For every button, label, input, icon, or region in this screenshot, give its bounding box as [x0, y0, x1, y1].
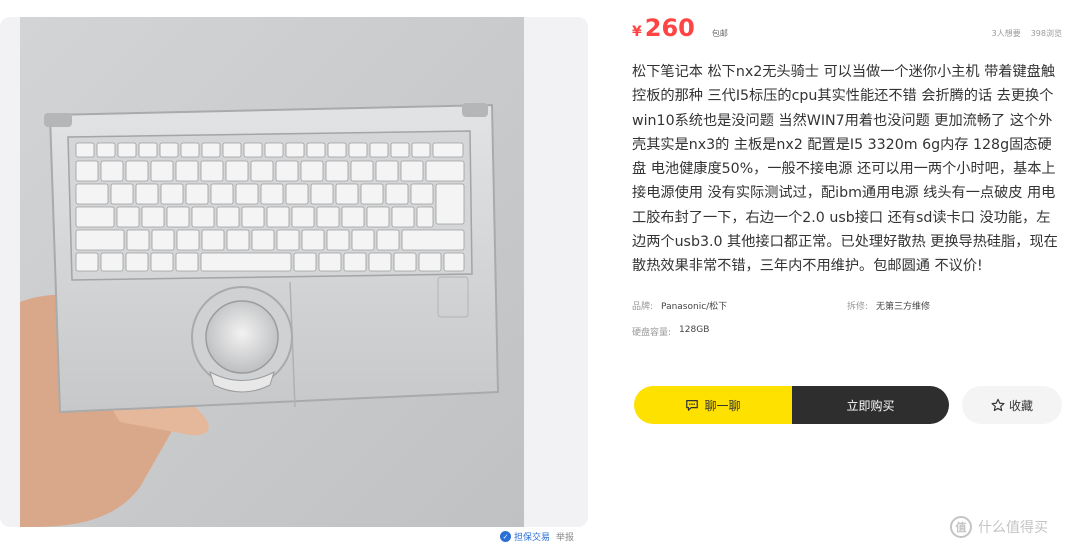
attribute-row: 品牌: Panasonic/松下 拆修: 无第三方维修: [632, 293, 1062, 319]
price-group: ¥ 260 包邮: [632, 14, 728, 42]
site-watermark: 值 什么值得买: [950, 516, 1048, 538]
chat-button[interactable]: 聊一聊: [634, 386, 792, 424]
attribute-value: 无第三方维修: [876, 302, 931, 313]
buy-label: 立即购买: [846, 398, 895, 413]
watermark-logo: 值: [950, 516, 972, 538]
attribute-value: Panasonic/松下: [661, 302, 728, 313]
media-footer: ✓ 担保交易 举报: [500, 530, 574, 543]
product-photo[interactable]: [20, 17, 524, 527]
report-link[interactable]: 举报: [556, 530, 574, 543]
currency-symbol: ¥: [632, 24, 642, 40]
attribute-value: 128GB: [679, 325, 710, 336]
attribute-storage: 硬盘容量: 128GB: [632, 325, 864, 338]
wants-count: 3人想要: [991, 29, 1021, 38]
media-panel: [0, 17, 588, 527]
attribute-key: 拆修:: [847, 302, 869, 313]
listing-info: ¥ 260 包邮 3人想要 398浏览 松下笔记本 松下nx2无头骑士 可以当做…: [632, 14, 1062, 345]
buy-now-button[interactable]: 立即购买: [792, 386, 949, 424]
listing-stats: 3人想要 398浏览: [992, 28, 1062, 39]
attribute-row: 硬盘容量: 128GB: [632, 319, 1062, 345]
attribute-brand: 品牌: Panasonic/松下: [632, 299, 847, 312]
chat-label: 聊一聊: [704, 398, 741, 413]
attributes: 品牌: Panasonic/松下 拆修: 无第三方维修 硬盘容量: 128GB: [632, 293, 1062, 345]
attribute-key: 品牌:: [632, 302, 654, 313]
laptop-photo-illustration: [20, 17, 524, 527]
chat-bubble-icon: [686, 400, 699, 411]
shield-icon: ✓: [500, 531, 511, 542]
attribute-repair: 拆修: 无第三方维修: [847, 299, 1062, 312]
watermark-text: 什么值得买: [978, 520, 1048, 536]
listing-page: ✓ 担保交易 举报 ¥ 260 包邮 3人想要 398浏览 松下笔记本 松下nx…: [0, 0, 1080, 551]
star-icon: [991, 398, 1005, 412]
attribute-key: 硬盘容量:: [632, 328, 672, 339]
favorite-label: 收藏: [1008, 398, 1033, 413]
views-count: 398浏览: [1030, 29, 1062, 38]
price-row: ¥ 260 包邮 3人想要 398浏览: [632, 14, 1062, 50]
action-bar: 聊一聊 立即购买 收藏: [634, 386, 1062, 424]
guarantee-badge[interactable]: ✓ 担保交易: [500, 530, 550, 543]
price-value: 260: [644, 14, 695, 42]
guarantee-label: 担保交易: [514, 533, 551, 543]
listing-description: 松下笔记本 松下nx2无头骑士 可以当做一个迷你小主机 带着键盘触控板的那种 三…: [632, 64, 1058, 275]
free-shipping-tag: 包邮: [711, 29, 728, 38]
favorite-button[interactable]: 收藏: [962, 386, 1062, 424]
